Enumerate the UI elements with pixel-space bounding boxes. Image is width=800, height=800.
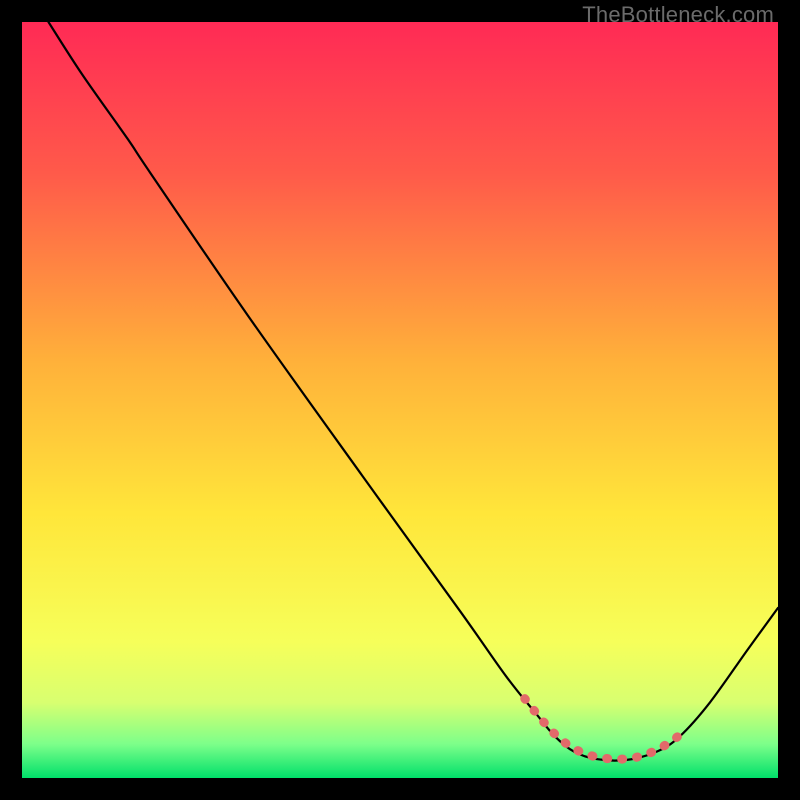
bottleneck-chart — [22, 22, 778, 778]
chart-frame — [22, 22, 778, 778]
watermark-text: TheBottleneck.com — [582, 2, 774, 28]
gradient-background — [22, 22, 778, 778]
